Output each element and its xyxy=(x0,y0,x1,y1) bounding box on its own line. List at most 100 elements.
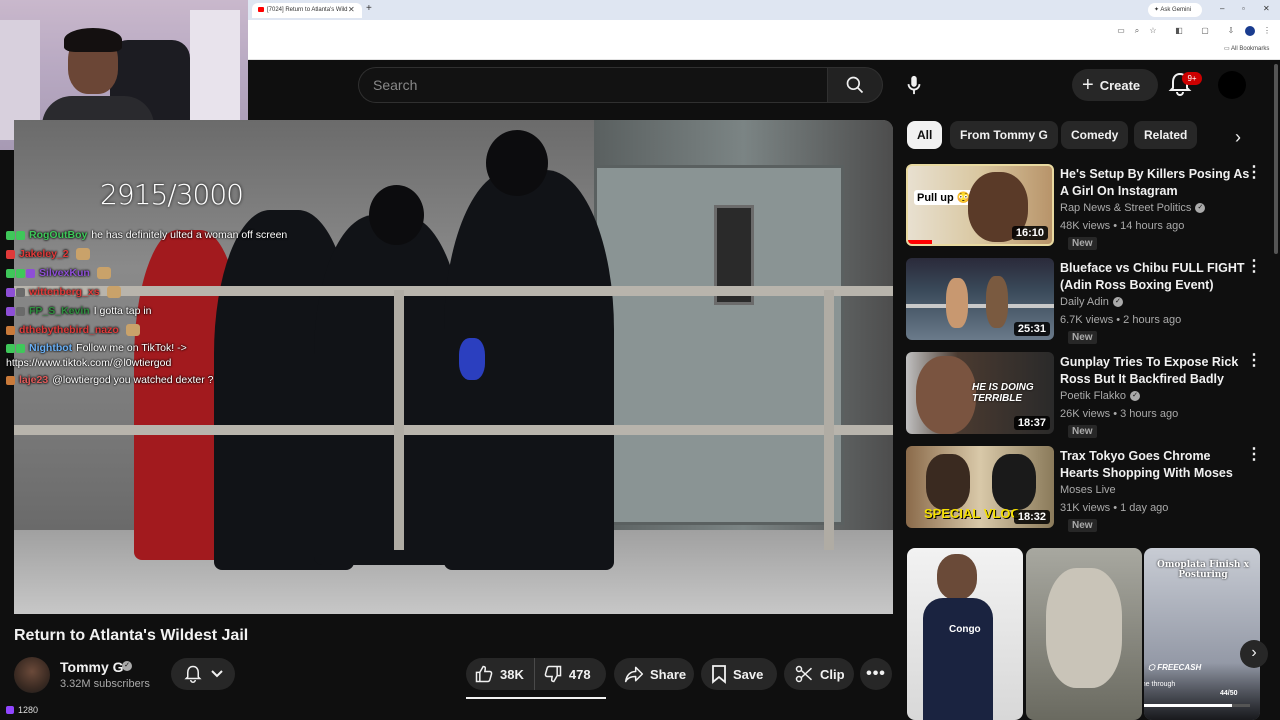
search-input[interactable]: Search xyxy=(358,67,828,103)
channel-name[interactable]: Moses Live xyxy=(1060,484,1116,496)
recommendation-item[interactable]: Pull up 😳 16:10 He's Setup By Killers Po… xyxy=(906,164,1266,252)
viewer-goal-counter: 2915/3000 xyxy=(100,178,244,211)
video-title[interactable]: Blueface vs Chibu FULL FIGHT (Adin Ross … xyxy=(1060,260,1250,294)
video-duration: 16:10 xyxy=(1011,226,1048,240)
short-ad-progress-fill xyxy=(1144,704,1232,707)
chat-username: Nightbot xyxy=(29,342,73,354)
more-horizontal-icon: ••• xyxy=(866,665,886,682)
short-caption: Congo xyxy=(949,624,981,635)
channel-avatar[interactable] xyxy=(14,657,50,693)
downloads-icon[interactable]: ⇩ xyxy=(1226,26,1236,36)
video-title[interactable]: Trax Tokyo Goes Chrome Hearts Shopping W… xyxy=(1060,448,1250,482)
video-title[interactable]: He's Setup By Killers Posing As A Girl O… xyxy=(1060,166,1250,200)
all-bookmarks-link[interactable]: ▭ All Bookmarks xyxy=(1224,45,1269,52)
short-caption: Omoplata Finish x Posturing xyxy=(1157,560,1249,580)
new-badge: New xyxy=(1068,519,1097,532)
more-actions-button[interactable]: ••• xyxy=(860,658,892,690)
zoom-icon[interactable]: ⌕ xyxy=(1132,26,1142,36)
video-duration: 18:32 xyxy=(1013,510,1050,524)
window-close-icon[interactable]: ✕ xyxy=(1263,4,1270,13)
chip-all[interactable]: All xyxy=(907,121,943,149)
search-icon xyxy=(846,76,864,94)
webcam-person-hair xyxy=(64,28,122,52)
dislike-count: 478 xyxy=(568,666,591,682)
like-button[interactable]: 38K xyxy=(466,658,535,690)
scrollbar-thumb[interactable] xyxy=(1274,64,1278,254)
thumbnail-boxer-1 xyxy=(946,278,968,328)
chat-badge-icon xyxy=(16,306,25,316)
video-thumbnail[interactable]: SPECIAL VLOG 18:32 xyxy=(906,446,1054,528)
share-button[interactable]: Share xyxy=(614,658,694,690)
video-rail-post xyxy=(394,290,404,550)
short-person-body xyxy=(923,598,993,720)
clip-button[interactable]: Clip xyxy=(784,658,854,690)
short-brand: ⬡ FREECASH xyxy=(1148,663,1202,672)
recommendation-item[interactable]: 25:31 Blueface vs Chibu FULL FIGHT (Adin… xyxy=(906,258,1266,346)
browser-tab-active[interactable]: [7024] Return to Atlanta's Wild xyxy=(252,3,362,18)
voice-search-button[interactable] xyxy=(896,67,932,103)
video-thumbnail[interactable]: 25:31 xyxy=(906,258,1054,340)
subscription-notification-button[interactable] xyxy=(171,658,235,690)
chat-badge-icon xyxy=(26,268,35,278)
chip-related[interactable]: Related xyxy=(1134,121,1198,149)
account-avatar[interactable] xyxy=(1218,71,1246,99)
cast-icon[interactable]: ▭ xyxy=(1116,26,1126,36)
minimize-icon[interactable]: – xyxy=(1220,4,1224,13)
tab-title: [7024] Return to Atlanta's Wild xyxy=(267,7,348,14)
new-tab-button[interactable]: + xyxy=(366,3,372,14)
new-badge: New xyxy=(1068,425,1097,438)
ask-gemini-button[interactable]: ✦ Ask Gemini xyxy=(1148,3,1202,17)
video-thumbnail[interactable]: Pull up 😳 16:10 xyxy=(906,164,1054,246)
short-thumbnail[interactable]: Congo xyxy=(907,548,1023,720)
more-vertical-icon[interactable]: ⋮ xyxy=(1246,259,1262,275)
chat-username: Jakeley_2 xyxy=(19,248,69,260)
verified-check-icon: ✓ xyxy=(1195,203,1206,214)
more-vertical-icon[interactable]: ⋮ xyxy=(1246,353,1262,369)
channel-name[interactable]: Tommy G xyxy=(60,659,124,675)
like-count: 38K xyxy=(500,666,524,682)
tab-close-icon[interactable]: ✕ xyxy=(348,5,355,14)
chip-comedy[interactable]: Comedy xyxy=(1061,121,1129,149)
more-vertical-icon[interactable]: ⋮ xyxy=(1246,165,1262,181)
extensions-icon[interactable]: ◧ xyxy=(1174,26,1184,36)
chat-text: I gotta tap in xyxy=(93,305,152,317)
channel-name[interactable]: Daily Adin ✓ xyxy=(1060,296,1123,308)
chat-emote-icon xyxy=(75,248,90,261)
recommendation-item[interactable]: HE IS DOING TERRIBLE 18:37 Gunplay Tries… xyxy=(906,352,1266,440)
short-thumbnail[interactable] xyxy=(1026,548,1142,720)
chevron-right-icon[interactable]: › xyxy=(1226,126,1250,150)
save-button[interactable]: Save xyxy=(701,658,777,690)
recommendation-item[interactable]: SPECIAL VLOG 18:32 Trax Tokyo Goes Chrom… xyxy=(906,446,1266,534)
dislike-button[interactable]: 478 xyxy=(535,658,599,690)
chat-username: dthebythebird_nazo xyxy=(19,324,119,336)
profile-icon[interactable] xyxy=(1245,26,1255,36)
video-title[interactable]: Gunplay Tries To Expose Rick Ross But It… xyxy=(1060,354,1250,388)
stream-viewer-count: 1280 xyxy=(18,705,39,715)
channel-name[interactable]: Rap News & Street Politics ✓ xyxy=(1060,202,1206,214)
maximize-icon[interactable]: ▫ xyxy=(1242,4,1245,13)
short-person-head xyxy=(937,554,977,600)
video-figure-head-officer xyxy=(486,130,548,196)
short-thumbnail[interactable]: Omoplata Finish x Posturing ⬡ FREECASH I… xyxy=(1144,548,1260,720)
browser-menu-icon[interactable]: ⋮ xyxy=(1262,26,1272,36)
chevron-right-icon[interactable]: › xyxy=(1240,640,1268,668)
create-button[interactable]: + Create xyxy=(1072,69,1158,101)
plus-icon: + xyxy=(1082,73,1094,96)
watch-progress-bar xyxy=(908,240,932,244)
bookmark-star-icon[interactable]: ☆ xyxy=(1148,26,1158,36)
microphone-icon xyxy=(907,75,921,95)
verified-check-icon: ✓ xyxy=(1130,391,1141,402)
scissors-icon xyxy=(795,665,813,683)
short-ad-counter: 44/50 xyxy=(1220,690,1238,697)
short-creature-figure xyxy=(1046,568,1122,688)
chat-badge-icon xyxy=(16,268,25,278)
chat-badge-icon xyxy=(6,268,15,278)
chip-from-tommy-g[interactable]: From Tommy G xyxy=(950,121,1058,149)
sidebar-icon[interactable]: ▢ xyxy=(1200,26,1210,36)
more-vertical-icon[interactable]: ⋮ xyxy=(1246,447,1262,463)
like-progress-underline xyxy=(466,697,606,699)
search-button[interactable] xyxy=(827,67,883,103)
channel-name[interactable]: Poetik Flakko ✓ xyxy=(1060,390,1141,402)
chat-username: SilvexKun xyxy=(39,267,90,279)
video-thumbnail[interactable]: HE IS DOING TERRIBLE 18:37 xyxy=(906,352,1054,434)
